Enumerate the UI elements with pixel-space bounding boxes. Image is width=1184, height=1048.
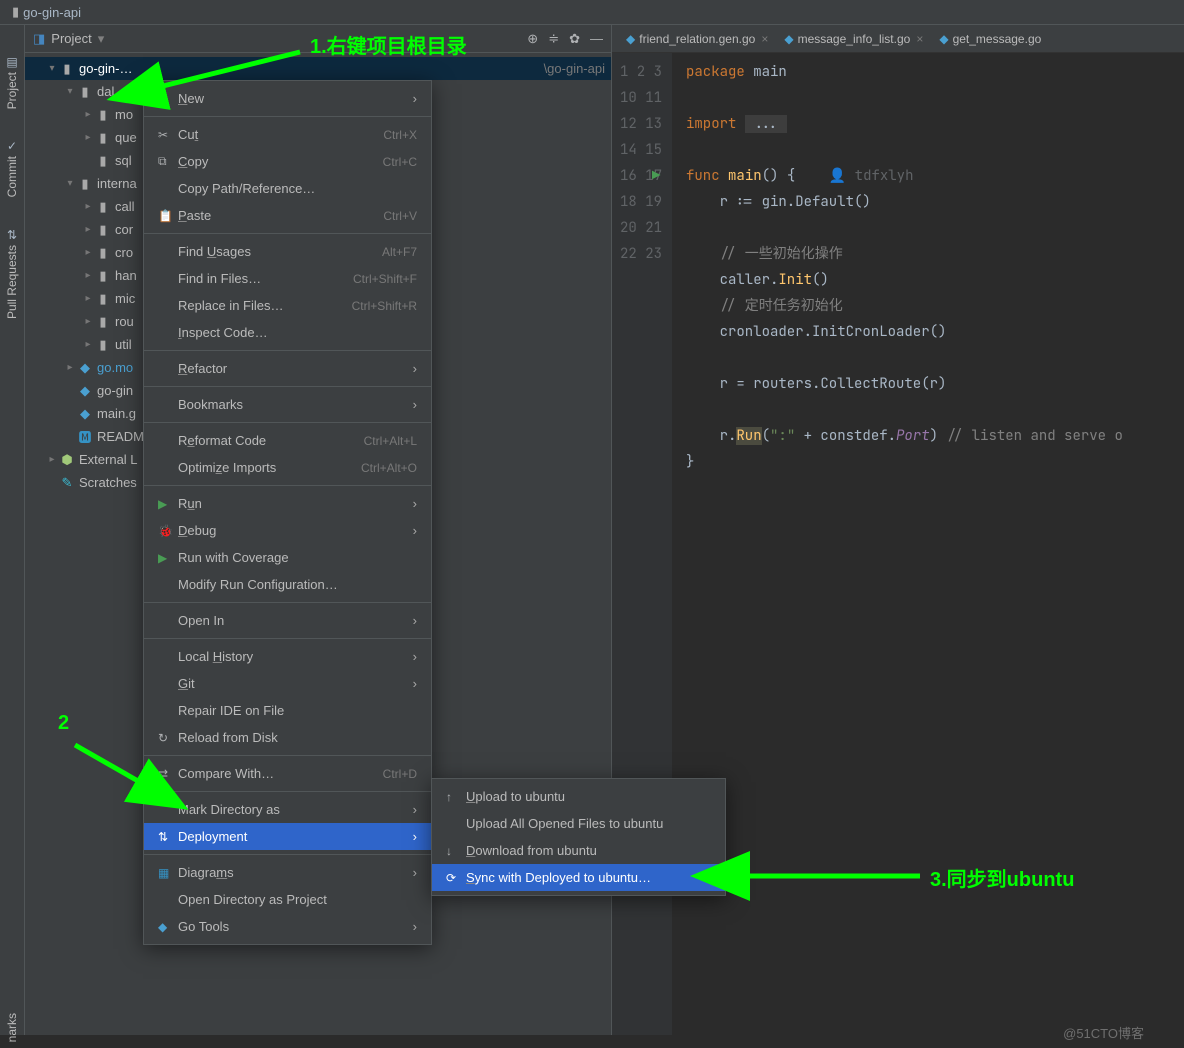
- menu-localhistory[interactable]: Local History›: [144, 643, 431, 670]
- tab-get-message[interactable]: ◆get_message.go: [931, 25, 1049, 52]
- pull-toolwindow-icon[interactable]: ⇅: [7, 228, 17, 242]
- menu-bookmarks[interactable]: Bookmarks›: [144, 391, 431, 418]
- tree-root[interactable]: ▾▮ go-gin-… \go-gin-api: [25, 57, 611, 80]
- folder-icon: ▮: [12, 4, 19, 20]
- menu-gotools[interactable]: ◆Go Tools›: [144, 913, 431, 940]
- expand-all-icon[interactable]: ≑: [548, 31, 559, 47]
- editor-tabs: ◆friend_relation.gen.go× ◆message_info_l…: [612, 25, 1184, 53]
- menu-reformat[interactable]: Reformat CodeCtrl+Alt+L: [144, 427, 431, 454]
- watermark: @51CTO博客: [1063, 1023, 1144, 1042]
- project-settings-icon[interactable]: ✿: [569, 31, 580, 47]
- commit-toolwindow-icon[interactable]: ✓: [7, 139, 17, 153]
- menu-modifyrun[interactable]: Modify Run Configuration…: [144, 571, 431, 598]
- context-menu: New› ✂CutCtrl+X ⧉CopyCtrl+C Copy Path/Re…: [143, 80, 432, 945]
- submenu-uploadall[interactable]: Upload All Opened Files to ubuntu: [432, 810, 725, 837]
- menu-copy[interactable]: ⧉CopyCtrl+C: [144, 148, 431, 175]
- menu-refactor[interactable]: Refactor›: [144, 355, 431, 382]
- annotation-3: 3.同步到ubuntu: [930, 863, 1074, 892]
- submenu-download[interactable]: ↓Download from ubuntu: [432, 837, 725, 864]
- menu-opendir[interactable]: Open Directory as Project: [144, 886, 431, 913]
- menu-openin[interactable]: Open In›: [144, 607, 431, 634]
- menu-inspect[interactable]: Inspect Code…: [144, 319, 431, 346]
- menu-reload[interactable]: ↻Reload from Disk: [144, 724, 431, 751]
- project-view-icon[interactable]: ◨: [33, 31, 45, 47]
- menu-cut[interactable]: ✂CutCtrl+X: [144, 121, 431, 148]
- submenu-upload[interactable]: ↑Upload to ubuntu: [432, 783, 725, 810]
- menu-optimize[interactable]: Optimize ImportsCtrl+Alt+O: [144, 454, 431, 481]
- project-view-label[interactable]: Project: [51, 31, 91, 46]
- menu-replace[interactable]: Replace in Files…Ctrl+Shift+R: [144, 292, 431, 319]
- menu-git[interactable]: Git›: [144, 670, 431, 697]
- menu-paste[interactable]: 📋PasteCtrl+V: [144, 202, 431, 229]
- annotation-1: 1.右键项目根目录: [310, 30, 467, 59]
- project-view-dropdown[interactable]: ▾: [98, 31, 105, 47]
- project-toolwindow-btn[interactable]: Project: [5, 72, 19, 109]
- annotation-2: 2: [58, 712, 69, 735]
- menu-findusages[interactable]: Find UsagesAlt+F7: [144, 238, 431, 265]
- menu-repairide[interactable]: Repair IDE on File: [144, 697, 431, 724]
- submenu-sync[interactable]: ⟳Sync with Deployed to ubuntu…: [432, 864, 725, 891]
- menu-compare[interactable]: ⇄Compare With…Ctrl+D: [144, 760, 431, 787]
- tab-message-info[interactable]: ◆message_info_list.go×: [776, 25, 931, 52]
- collapse-icon[interactable]: —: [590, 31, 603, 46]
- bookmarks-stripe-label[interactable]: narks: [5, 1013, 19, 1042]
- pull-toolwindow-btn[interactable]: Pull Requests: [5, 245, 19, 319]
- menu-findinfiles[interactable]: Find in Files…Ctrl+Shift+F: [144, 265, 431, 292]
- menu-markdir[interactable]: Mark Directory as›: [144, 796, 431, 823]
- run-gutter-icon[interactable]: ▶: [652, 163, 660, 189]
- close-icon[interactable]: ×: [761, 32, 768, 46]
- code-content[interactable]: package main import ... func main() { 👤 …: [672, 53, 1184, 1035]
- deployment-submenu: ↑Upload to ubuntu Upload All Opened File…: [431, 778, 726, 896]
- menu-run[interactable]: ▶Run›: [144, 490, 431, 517]
- menu-copypath[interactable]: Copy Path/Reference…: [144, 175, 431, 202]
- commit-toolwindow-btn[interactable]: Commit: [5, 156, 19, 197]
- menu-coverage[interactable]: ▶Run with Coverage: [144, 544, 431, 571]
- titlebar: ▮ go-gin-api: [0, 0, 1184, 25]
- select-opened-icon[interactable]: ⊕: [527, 31, 538, 47]
- menu-new[interactable]: New›: [144, 85, 431, 112]
- project-name: go-gin-api: [23, 5, 81, 20]
- tab-friend-relation[interactable]: ◆friend_relation.gen.go×: [618, 25, 776, 52]
- close-icon[interactable]: ×: [916, 32, 923, 46]
- toolwindow-stripe: ▤ Project ✓ Commit ⇅ Pull Requests: [0, 25, 25, 1035]
- menu-diagrams[interactable]: ▦Diagrams›: [144, 859, 431, 886]
- menu-deployment[interactable]: ⇅Deployment›: [144, 823, 431, 850]
- menu-debug[interactable]: 🐞Debug›: [144, 517, 431, 544]
- project-toolwindow-icon[interactable]: ▤: [6, 55, 17, 69]
